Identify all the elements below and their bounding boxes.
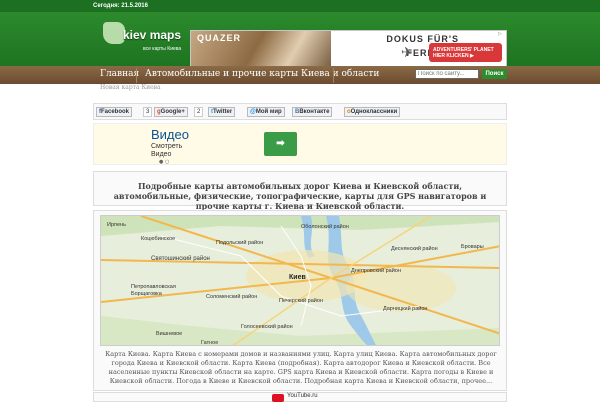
nav-home[interactable]: Главная	[100, 69, 139, 79]
share-odnoklassniki-label: Одноклассники	[350, 109, 398, 115]
nav-submenu-item[interactable]: Новая карта Киева	[100, 84, 161, 91]
map-label-kotsiubynske: Коцюбинское	[141, 236, 176, 242]
video-ad-line1: Смотреть	[151, 143, 183, 150]
main-nav: Главная Автомобильные и прочие карты Кие…	[0, 66, 600, 84]
logo-tagline: все карты Киева	[143, 46, 182, 52]
search-input[interactable]	[415, 69, 479, 79]
nav-separator	[136, 68, 137, 83]
site-header: kiev maps все карты Киева QUAZER DOKUS F…	[0, 12, 600, 73]
share-facebook-count: 3	[143, 107, 153, 117]
map-label-petropavlivska: Петропавловская Борщаговка	[131, 284, 176, 297]
ad-brand: QUAZER	[197, 33, 241, 43]
share-googleplus-label: Google+	[160, 109, 185, 115]
kiev-region-icon	[103, 22, 125, 44]
video-ad-go-button[interactable]: ➡	[264, 132, 297, 156]
map-label-kyiv: Киев	[289, 274, 306, 281]
site-logo[interactable]: kiev maps все карты Киева	[103, 22, 183, 64]
date-bar: Сегодня: 21.5.2016	[0, 0, 600, 12]
page-heading-box: Подробные карты автомобильных дорог Киев…	[93, 171, 507, 211]
paper-plane-icon: ✈	[401, 45, 413, 61]
ad-cta-button[interactable]: ADVENTURERS' PLANET HIER KLICKEN ▶	[429, 43, 502, 62]
share-mymir-button[interactable]: @Мой мир	[247, 107, 285, 117]
map-label-desnianskyi: Деснянский район	[391, 246, 438, 252]
map-label-dniprovskyi: Днепровский район	[351, 268, 401, 274]
kiev-map[interactable]: Подольский район Святошинский район Обол…	[100, 215, 500, 346]
map-label-solomianskyi: Соломенский район	[206, 294, 258, 300]
youtube-icon[interactable]	[272, 394, 284, 402]
share-facebook-button[interactable]: fFacebook	[96, 107, 133, 117]
share-googleplus-count: 2	[194, 107, 204, 117]
map-label-darnytskyi: Дарницкий район	[383, 306, 428, 312]
share-twitter-label: Twitter	[213, 109, 233, 115]
search-button[interactable]: Поиск	[482, 69, 507, 79]
share-bar: fFacebook 3 gGoogle+ 2 tTwitter @Мой мир…	[93, 103, 507, 120]
nav-maps[interactable]: Автомобильные и прочие карты Киева и обл…	[145, 69, 379, 79]
ad-choices-icon[interactable]: ▷	[498, 31, 502, 37]
map-description: Карта Киева. Карта Киева с номерами домо…	[105, 350, 497, 385]
map-label-holosiivskyi: Голосеевский район	[241, 324, 293, 330]
current-date: Сегодня: 21.5.2016	[93, 3, 148, 9]
video-ad-line2: Видео	[151, 151, 172, 158]
map-label-pecherskyi: Печерский район	[279, 298, 323, 304]
share-vkontakte-label: Вконтакте	[299, 109, 330, 115]
share-vkontakte-button[interactable]: BВконтакте	[292, 107, 333, 117]
map-label-irpin: Ирпень	[107, 222, 126, 228]
share-twitter-button[interactable]: tTwitter	[208, 107, 236, 117]
map-label-brovary: Бровары	[461, 244, 484, 250]
next-section-box: YouTube.ru	[93, 392, 507, 402]
map-panel: Подольский район Святошинский район Обол…	[93, 210, 507, 391]
carousel-dots[interactable]: ● ○	[159, 159, 169, 165]
map-label-sviatoshynskyi: Святошинский район	[151, 256, 210, 262]
map-label-obolonskyi: Оболонский район	[301, 224, 349, 230]
youtube-label[interactable]: YouTube.ru	[287, 393, 318, 399]
share-googleplus-button[interactable]: gGoogle+	[154, 107, 188, 117]
logo-title: kiev maps	[123, 28, 182, 42]
map-label-vyshneve: Вишневое	[156, 331, 183, 337]
video-ad[interactable]: Видео Смотреть Видео ● ○ ➡	[93, 123, 507, 165]
page-title: Подробные карты автомобильных дорог Киев…	[113, 181, 487, 211]
share-mymir-label: Мой мир	[255, 109, 282, 115]
map-label-podilskyi: Подольский район	[216, 240, 264, 246]
share-odnoklassniki-button[interactable]: oОдноклассники	[344, 107, 401, 117]
nav-separator	[333, 68, 334, 83]
video-ad-title[interactable]: Видео	[151, 127, 189, 142]
share-facebook-label: Facebook	[101, 109, 130, 115]
